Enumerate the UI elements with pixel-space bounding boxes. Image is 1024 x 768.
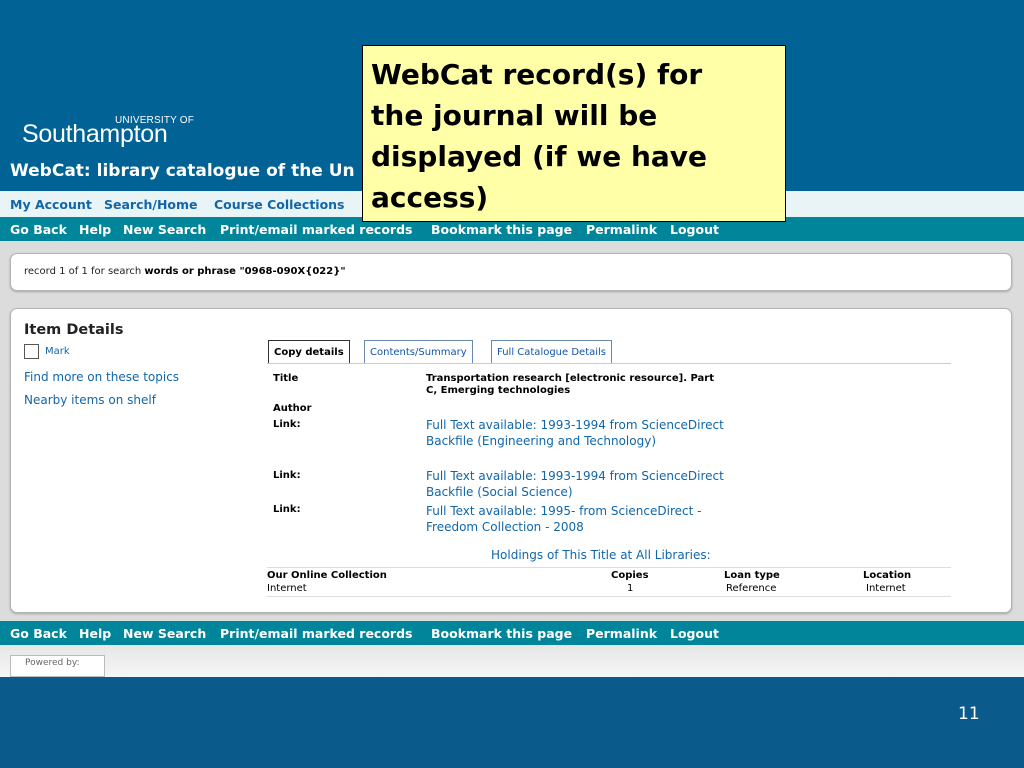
find-more-topics-link[interactable]: Find more on these topics: [24, 370, 179, 384]
page-footer: Powered by:: [0, 645, 1024, 677]
nav-permalink[interactable]: Permalink: [586, 222, 657, 237]
link-label-1: Link:: [273, 419, 301, 430]
annotation-callout: WebCat record(s) for the journal will be…: [362, 45, 786, 222]
item-details-heading: Item Details: [24, 322, 124, 338]
item-details-panel: Item Details Mark Find more on these top…: [10, 308, 1012, 613]
nav-bookmark-bottom[interactable]: Bookmark this page: [431, 626, 572, 641]
link-label-3: Link:: [273, 504, 301, 515]
tab-divider: [267, 363, 951, 364]
mark-checkbox[interactable]: [24, 344, 39, 359]
site-title: WebCat: library catalogue of the Un: [10, 161, 355, 181]
holdings-cell-location: Internet: [866, 583, 906, 594]
holdings-cell-collection: Internet: [267, 583, 307, 594]
logo-southampton: Southampton: [22, 120, 168, 148]
holdings-cell-loan-type: Reference: [726, 583, 777, 594]
nav-help[interactable]: Help: [79, 222, 111, 237]
title-value: Transportation research [electronic reso…: [426, 373, 714, 396]
link-label-2: Link:: [273, 470, 301, 481]
slide-number: 11: [958, 704, 980, 724]
nav-bookmark[interactable]: Bookmark this page: [431, 222, 572, 237]
tab-copy-details[interactable]: Copy details: [268, 340, 350, 364]
main-nav-bottom: Go Back Help New Search Print/email mark…: [0, 621, 1024, 645]
nav-new-search[interactable]: New Search: [123, 222, 206, 237]
powered-by-badge: Powered by:: [10, 655, 105, 677]
nav-help-bottom[interactable]: Help: [79, 626, 111, 641]
nav-logout-bottom[interactable]: Logout: [670, 626, 719, 641]
full-text-link-3[interactable]: Full Text available: 1995- from ScienceD…: [426, 503, 736, 535]
record-query: words or phrase "0968-090X{022}": [144, 266, 346, 277]
title-label: Title: [273, 373, 299, 384]
holdings-header-copies: Copies: [611, 570, 649, 581]
record-panel: record 1 of 1 for search words or phrase…: [10, 253, 1012, 291]
holdings-heading: Holdings of This Title at All Libraries:: [491, 548, 711, 562]
record-info: record 1 of 1 for search words or phrase…: [24, 266, 346, 277]
nav-go-back-bottom[interactable]: Go Back: [10, 626, 67, 641]
holdings-divider-bottom: [267, 596, 951, 597]
nav-print-email-bottom[interactable]: Print/email marked records: [220, 626, 412, 641]
holdings-header-collection: Our Online Collection: [267, 570, 387, 581]
nav-print-email[interactable]: Print/email marked records: [220, 222, 412, 237]
nearby-items-link[interactable]: Nearby items on shelf: [24, 393, 156, 407]
nav-go-back[interactable]: Go Back: [10, 222, 67, 237]
nav-logout[interactable]: Logout: [670, 222, 719, 237]
nav-course-collections[interactable]: Course Collections: [214, 197, 345, 212]
nav-search-home[interactable]: Search/Home: [104, 197, 198, 212]
nav-permalink-bottom[interactable]: Permalink: [586, 626, 657, 641]
holdings-cell-copies: 1: [627, 583, 634, 594]
record-prefix: record 1 of 1 for search: [24, 266, 145, 277]
tab-contents-summary[interactable]: Contents/Summary: [364, 340, 473, 364]
holdings-header-loan-type: Loan type: [724, 570, 780, 581]
full-text-link-2[interactable]: Full Text available: 1993-1994 from Scie…: [426, 468, 736, 500]
tab-full-catalogue-details[interactable]: Full Catalogue Details: [491, 340, 613, 364]
holdings-header-location: Location: [863, 570, 912, 581]
nav-my-account[interactable]: My Account: [10, 197, 92, 212]
full-text-link-1[interactable]: Full Text available: 1993-1994 from Scie…: [426, 417, 736, 449]
author-label: Author: [273, 403, 312, 414]
holdings-divider-top: [267, 567, 951, 568]
mark-label[interactable]: Mark: [45, 346, 70, 357]
nav-new-search-bottom[interactable]: New Search: [123, 626, 206, 641]
